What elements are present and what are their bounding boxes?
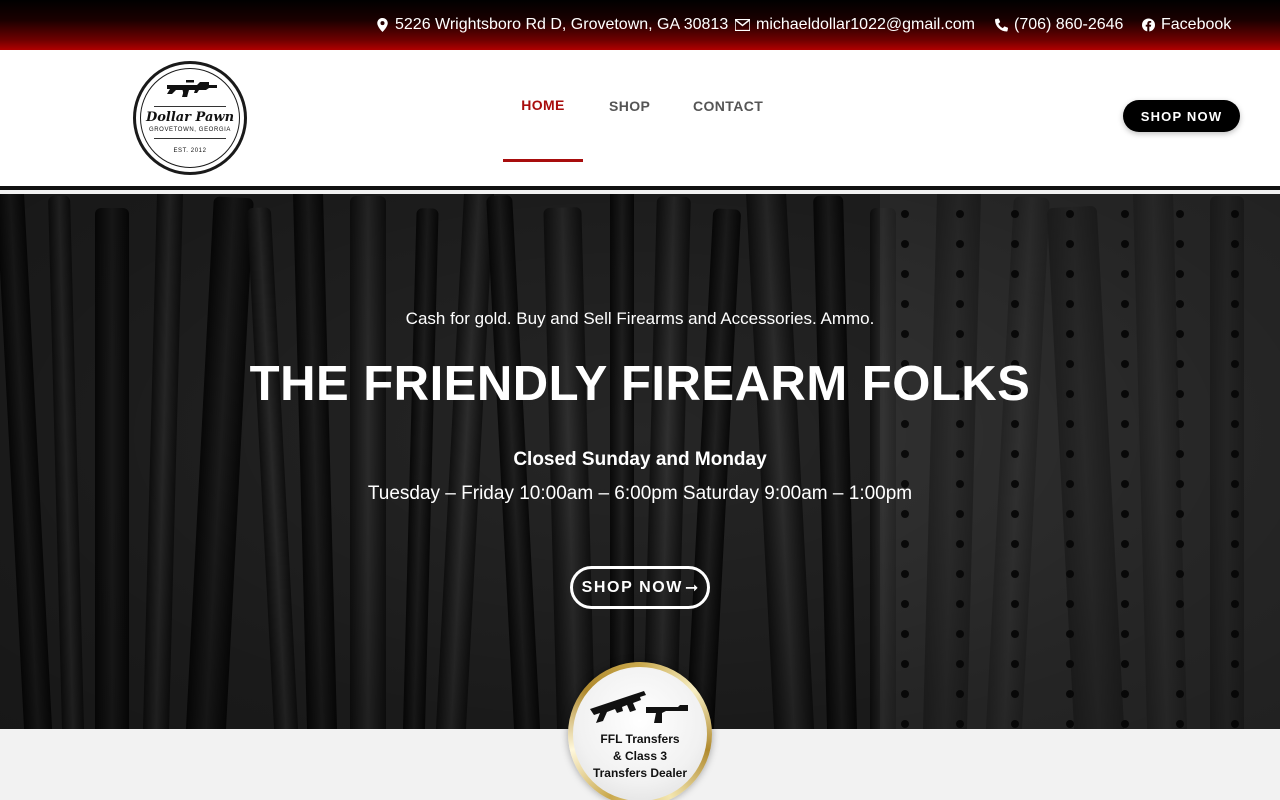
hero-shop-now-label: SHOP NOW [581,578,683,596]
rifle-icon [167,80,217,98]
nav-contact[interactable]: CONTACT [693,50,763,162]
envelope-icon [735,19,750,31]
logo-city-text: GROVETOWN, GEORGIA [148,127,232,133]
logo-est-text: EST. 2012 [173,148,207,154]
arrow-right-icon: ➞ [685,579,699,597]
hero-closed-days: Closed Sunday and Monday [513,449,767,470]
hero-shop-now-button[interactable]: SHOP NOW ➞ [570,566,710,609]
hero-section: Cash for gold. Buy and Sell Firearms and… [0,194,1280,729]
top-contact-bar: 5226 Wrightsboro Rd D, Grovetown, GA 308… [0,0,1280,50]
email-link[interactable]: michaeldollar1022@gmail.com [735,14,975,36]
address-text: 5226 Wrightsboro Rd D, Grovetown, GA 308… [395,16,729,33]
map-marker-icon [377,18,388,32]
badge-face: FFL Transfers & Class 3 Transfers Dealer [573,667,707,800]
logo-brand-text: Dollar Pawn [145,110,235,125]
facebook-icon [1142,18,1155,32]
nav-home[interactable]: HOME [503,50,583,162]
hero-hours: Tuesday – Friday 10:00am – 6:00pm Saturd… [367,483,913,504]
rifle-and-pistol-icon [590,691,688,723]
email-text: michaeldollar1022@gmail.com [756,16,976,33]
badge-line-2: & Class 3 [612,749,668,763]
hero-tagline: Cash for gold. Buy and Sell Firearms and… [405,309,875,328]
facebook-text: Facebook [1161,16,1232,33]
phone-text: (706) 860-2646 [1014,16,1124,33]
badge-line-3: Transfers Dealer [592,766,688,780]
address-link[interactable]: 5226 Wrightsboro Rd D, Grovetown, GA 308… [376,14,728,36]
nav-shop[interactable]: SHOP [609,50,650,162]
logo-rule-top [154,106,226,107]
phone-icon [995,18,1008,32]
phone-link[interactable]: (706) 860-2646 [995,14,1123,36]
badge-label: FFL Transfers & Class 3 Transfers Dealer [573,731,707,782]
hero-headline: THE FRIENDLY FIREARM FOLKS [249,357,1031,411]
facebook-link[interactable]: Facebook [1142,14,1231,36]
logo-rule-bottom [154,138,226,139]
site-header: Dollar Pawn GROVETOWN, GEORGIA EST. 2012… [0,50,1280,190]
badge-line-1: FFL Transfers [600,732,680,746]
ffl-transfers-badge: FFL Transfers & Class 3 Transfers Dealer [568,662,712,800]
header-shop-now-button[interactable]: SHOP NOW [1123,100,1240,132]
dollar-pawn-logo[interactable]: Dollar Pawn GROVETOWN, GEORGIA EST. 2012 [133,61,247,175]
